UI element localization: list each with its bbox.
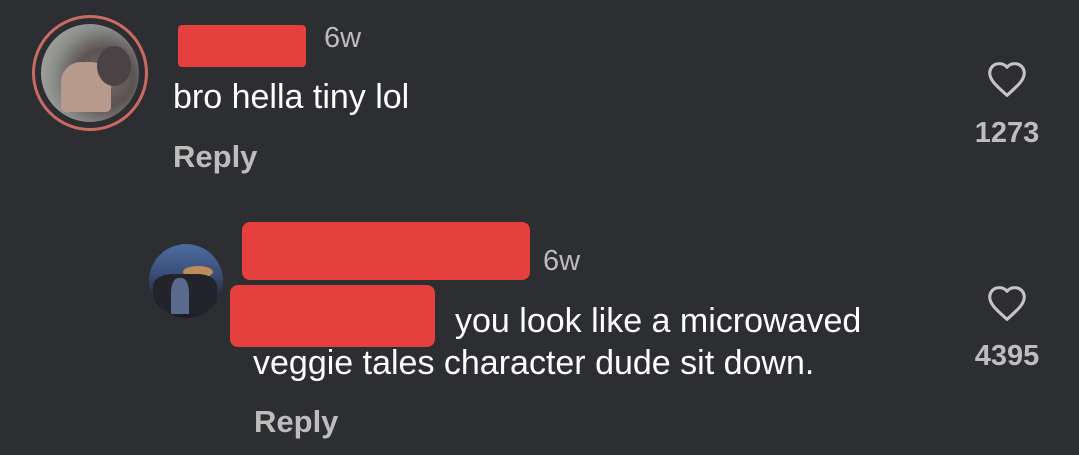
commenter-avatar[interactable]: [32, 15, 148, 131]
like-count: 4395: [974, 340, 1040, 372]
redacted-mention: [230, 285, 435, 347]
reply-button[interactable]: Reply: [173, 139, 257, 175]
heart-outline-icon[interactable]: [986, 284, 1028, 322]
comment-text: bro hella tiny lol: [173, 78, 410, 116]
heart-outline-icon[interactable]: [986, 60, 1028, 98]
comment-text-line-2: veggie tales character dude sit down.: [253, 344, 815, 382]
comment-1: 6w bro hella tiny lol Reply 1273: [0, 0, 1079, 200]
comment-text-line-1: you look like a microwaved: [455, 302, 862, 340]
reply-button[interactable]: Reply: [254, 404, 338, 440]
redacted-username: [178, 25, 306, 67]
commenter-avatar[interactable]: [149, 244, 223, 318]
comment-timestamp: 6w: [324, 22, 362, 54]
like-count: 1273: [974, 117, 1040, 149]
redacted-username: [242, 222, 530, 280]
comment-timestamp: 6w: [543, 245, 581, 277]
avatar-photo: [41, 24, 139, 122]
